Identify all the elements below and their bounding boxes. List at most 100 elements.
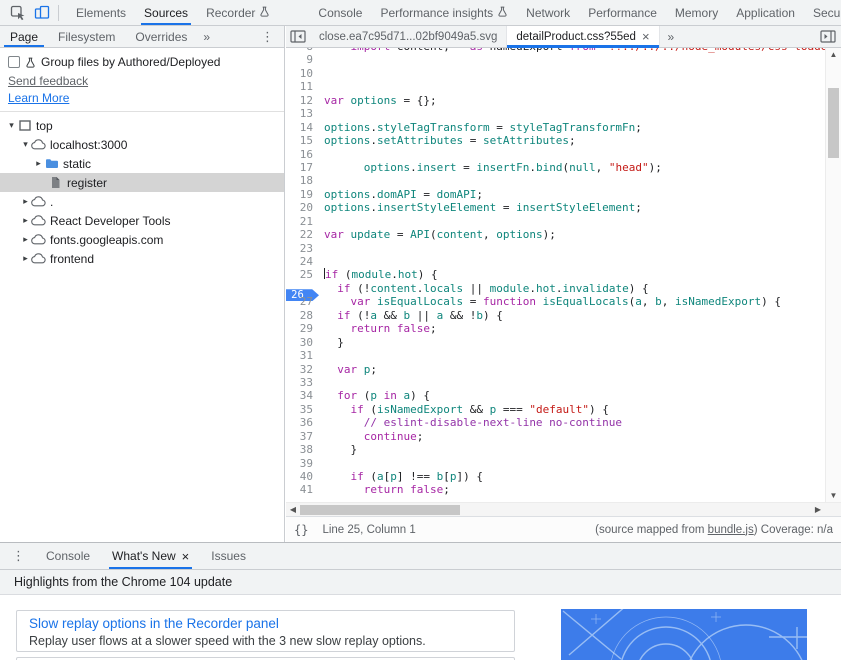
line-number[interactable]: 36 [286,416,317,429]
drawer-menu-icon[interactable]: ⋮ [0,543,35,569]
scroll-down-icon[interactable]: ▼ [826,489,841,502]
line-number[interactable]: 37 [286,430,317,443]
tree-expand-arrow-icon[interactable]: ▸ [20,196,31,207]
close-tab-icon[interactable]: × [642,29,650,44]
group-files-checkbox[interactable] [8,56,20,68]
whats-new-headline: Highlights from the Chrome 104 update [0,570,841,595]
line-number[interactable]: 31 [286,349,317,362]
line-number[interactable]: 33 [286,376,317,389]
bundle-js-link[interactable]: bundle.js [708,524,754,536]
panel-tab-label: Memory [674,5,719,20]
line-number[interactable]: 23 [286,242,317,255]
tree-item-frontend[interactable]: ▸ frontend [0,249,284,268]
navigator-tab-filesystem[interactable]: Filesystem [48,26,125,47]
line-number[interactable]: 32 [286,363,317,376]
horizontal-scroll-thumb[interactable] [300,505,460,515]
scroll-right-icon[interactable]: ▶ [811,503,825,516]
horizontal-scrollbar[interactable]: ◀ ▶ [286,502,841,516]
tree-item--[interactable]: ▸. [0,192,284,211]
line-number[interactable]: 13 [286,107,317,120]
send-feedback-link[interactable]: Send feedback [0,71,284,88]
line-number[interactable]: 27 [286,295,317,308]
pretty-print-icon[interactable]: {} [294,523,308,537]
navigator-more-tabs-button[interactable]: » [197,26,216,47]
learn-more-link[interactable]: Learn More [0,88,284,111]
file-tab-inactive[interactable]: close.ea7c95d71...02bf9049a5.svg [310,26,508,47]
line-number[interactable]: 9 [286,53,317,66]
code-text: var update = API(content, options); [324,228,556,242]
scroll-up-icon[interactable]: ▲ [826,48,841,61]
line-number[interactable]: 39 [286,457,317,470]
line-number[interactable]: 12 [286,94,317,107]
line-number[interactable]: 41 [286,483,317,496]
code-line: 11 [286,80,825,93]
whats-new-card-title[interactable]: Slow replay options in the Recorder pane… [29,616,279,631]
tree-item-top[interactable]: ▾ top [0,116,284,135]
line-number[interactable]: 16 [286,148,317,161]
code-editor[interactable]: 8 import content, * as namedExport from … [286,48,825,502]
tree-collapse-arrow-icon[interactable]: ▾ [20,139,31,150]
device-toolbar-icon[interactable] [30,3,54,23]
tree-item-react-developer-tools[interactable]: ▸ React Developer Tools [0,211,284,230]
tab-security[interactable]: Security [804,0,841,25]
tree-expand-arrow-icon[interactable]: ▸ [20,215,31,226]
editor-more-tabs-button[interactable]: » [660,26,683,47]
line-number[interactable]: 25 [286,268,317,281]
navigator-tabs: Page Filesystem Overrides [0,26,197,47]
line-number[interactable]: 20 [286,201,317,214]
frame-icon [17,120,32,131]
tab-application[interactable]: Application [727,0,804,25]
line-number[interactable]: 30 [286,336,317,349]
drawer-tab-issues[interactable]: Issues [200,543,257,569]
tree-item-fonts-googleapis-com[interactable]: ▸ fonts.googleapis.com [0,230,284,249]
close-tab-icon[interactable]: × [182,549,190,564]
tree-item-register[interactable]: register [0,173,284,192]
line-number[interactable]: 35 [286,403,317,416]
vertical-scrollbar[interactable]: ▲ ▼ [825,48,841,502]
tree-expand-arrow-icon[interactable]: ▸ [20,253,31,264]
tab-elements[interactable]: Elements [67,0,135,25]
line-number[interactable]: 22 [286,228,317,241]
tab-sources[interactable]: Sources [135,0,197,25]
tree-item-localhost-3000[interactable]: ▾ localhost:3000 [0,135,284,154]
line-number[interactable]: 40 [286,470,317,483]
line-number[interactable]: 38 [286,443,317,456]
cloud-icon [31,253,46,264]
group-files-row[interactable]: Group files by Authored/Deployed [0,48,284,71]
tab-console[interactable]: Console [309,0,371,25]
line-number[interactable]: 34 [286,389,317,402]
scroll-left-icon[interactable]: ◀ [286,503,300,516]
tab-performance-insights[interactable]: Performance insights [371,0,517,25]
line-number[interactable]: 24 [286,255,317,268]
tab-network[interactable]: Network [517,0,579,25]
show-debugger-sidebar-icon[interactable] [815,26,841,47]
line-number[interactable]: 11 [286,80,317,93]
drawer-tab-what-s-new[interactable]: What's New × [101,543,200,569]
line-number[interactable]: 14 [286,121,317,134]
tab-performance[interactable]: Performance [579,0,666,25]
file-tab-active[interactable]: detailProduct.css?55ed × [507,26,660,48]
tab-memory[interactable]: Memory [666,0,727,25]
navigator-menu-icon[interactable]: ⋮ [251,26,284,47]
tree-item-static[interactable]: ▸ static [0,154,284,173]
code-line: 29 return false; [286,322,825,335]
navigator-tab-overrides[interactable]: Overrides [125,26,197,47]
line-number[interactable]: 29 [286,322,317,335]
line-number[interactable]: 19 [286,188,317,201]
navigator-tab-page[interactable]: Page [0,26,48,47]
code-line: 8 import content, * as namedExport from … [286,48,825,53]
tree-collapse-arrow-icon[interactable]: ▾ [6,120,17,131]
drawer-tab-console[interactable]: Console [35,543,101,569]
line-number[interactable]: 28 [286,309,317,322]
line-number[interactable]: 18 [286,174,317,187]
tree-expand-arrow-icon[interactable]: ▸ [20,234,31,245]
line-number[interactable]: 21 [286,215,317,228]
tree-expand-arrow-icon[interactable]: ▸ [33,158,44,169]
inspect-icon[interactable] [6,3,30,23]
vertical-scroll-thumb[interactable] [828,88,839,158]
line-number[interactable]: 17 [286,161,317,174]
line-number[interactable]: 15 [286,134,317,147]
line-number[interactable]: 10 [286,67,317,80]
tab-recorder[interactable]: Recorder [197,0,279,25]
hide-navigator-icon[interactable] [286,26,310,47]
